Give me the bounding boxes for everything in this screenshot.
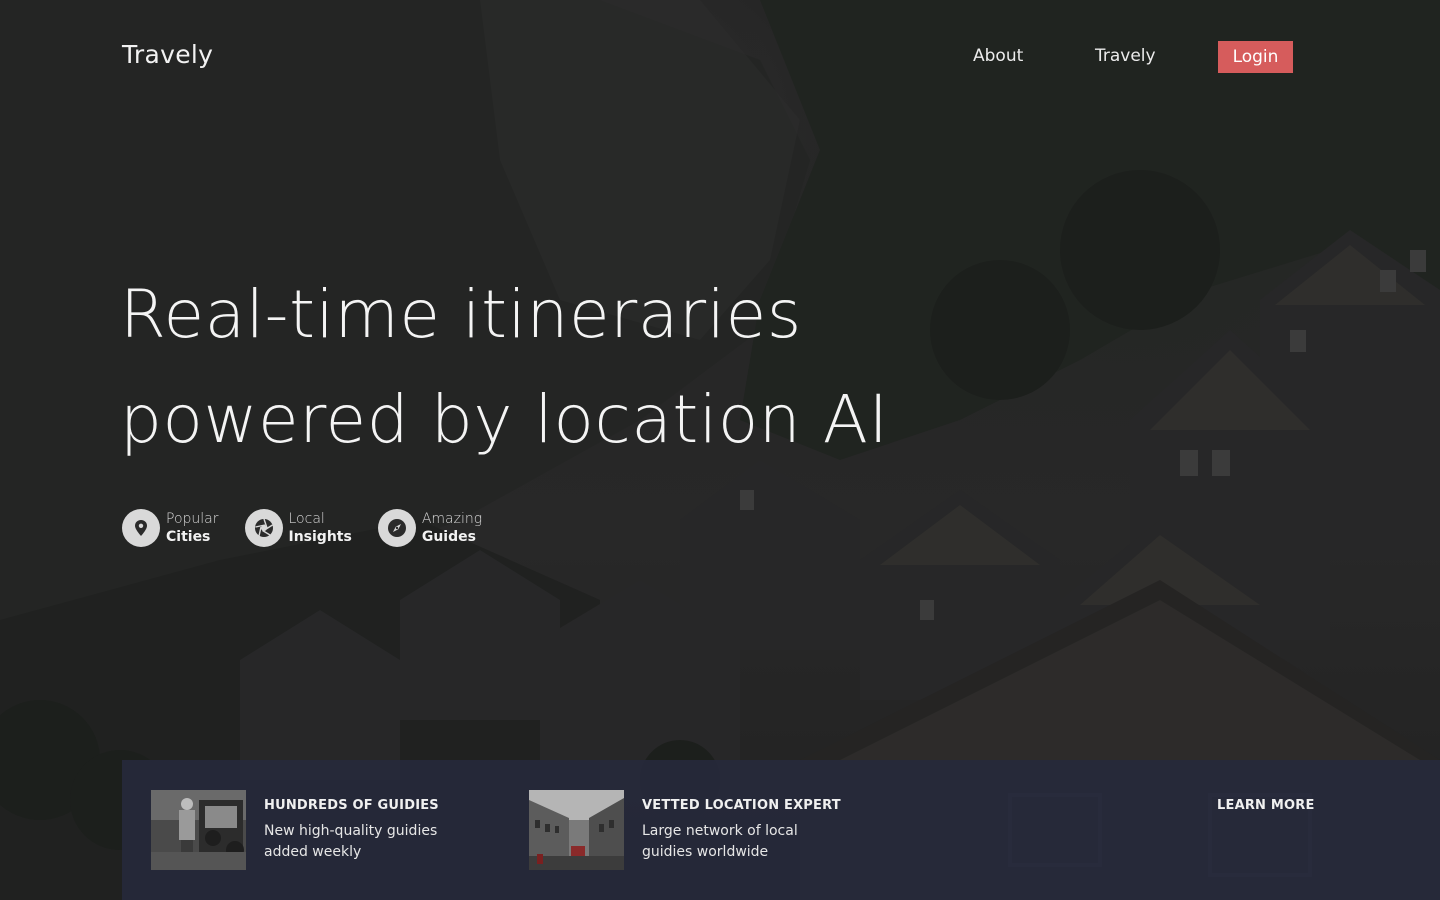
feature-label-top: Popular bbox=[166, 511, 219, 527]
info-card-description: New high-quality guidies added weekly bbox=[264, 823, 438, 860]
feature-label-bottom: Insights bbox=[288, 529, 352, 545]
site-header: Travely About Travely Login bbox=[0, 0, 1440, 114]
info-card-heading: HUNDREDS OF GUIDIES bbox=[264, 798, 439, 813]
logo[interactable]: Travely bbox=[122, 40, 213, 69]
feature-amazing-guides: Amazing Guides bbox=[377, 508, 483, 548]
info-card-description: Large network of local guidies worldwide bbox=[642, 823, 798, 860]
aperture-icon bbox=[244, 509, 283, 547]
nav-link-about[interactable]: About bbox=[973, 46, 1023, 66]
feature-popular-cities: Popular Cities bbox=[122, 508, 219, 548]
feature-label-top: Local bbox=[288, 511, 325, 527]
info-card-guides: HUNDREDS OF GUIDIES New high-quality gui… bbox=[151, 790, 474, 870]
feature-local-insights: Local Insights bbox=[244, 508, 352, 548]
info-bar: HUNDREDS OF GUIDIES New high-quality gui… bbox=[122, 760, 1440, 900]
feature-label-bottom: Cities bbox=[166, 529, 211, 545]
feature-label-top: Amazing bbox=[421, 511, 483, 527]
street-photo-thumbnail bbox=[529, 790, 624, 870]
guide-photo-thumbnail bbox=[151, 790, 246, 870]
feature-list: Popular Cities Local Insights Amazing Gu… bbox=[122, 508, 508, 548]
nav-link-travely[interactable]: Travely bbox=[1095, 46, 1156, 66]
hero-title-line-1: Real-time itineraries bbox=[120, 276, 802, 353]
compass-icon bbox=[377, 509, 416, 547]
info-card-experts: VETTED LOCATION EXPERT Large network of … bbox=[529, 790, 852, 870]
map-pin-icon bbox=[122, 509, 160, 547]
feature-label-bottom: Guides bbox=[421, 529, 476, 545]
hero-title: Real-time itineraries powered by locatio… bbox=[120, 262, 1020, 472]
login-button[interactable]: Login bbox=[1218, 41, 1293, 73]
info-card-heading: VETTED LOCATION EXPERT bbox=[642, 798, 841, 813]
learn-more-link[interactable]: LEARN MORE bbox=[1217, 798, 1315, 813]
hero-title-line-2: powered by location AI bbox=[120, 381, 889, 458]
